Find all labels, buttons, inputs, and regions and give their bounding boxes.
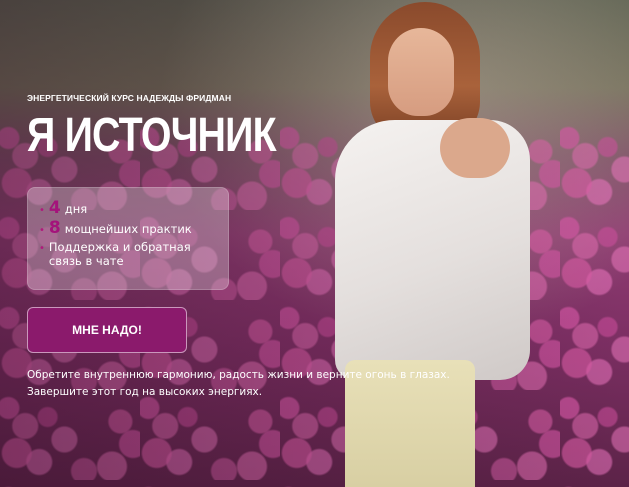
feature-text: дня [64, 202, 88, 216]
feature-number: 8 [48, 218, 61, 238]
bullet-icon: • [39, 225, 45, 236]
feature-text: Поддержка и обратная связь в чате [48, 240, 191, 268]
features-card: • 4 дня • 8 мощнейших практик • Поддержк… [27, 187, 229, 290]
feature-item-support: • Поддержка и обратная связь в чате [39, 240, 218, 268]
page-title: Я ИСТОЧНИК [27, 109, 277, 162]
feature-item-practices: • 8 мощнейших практик [39, 220, 218, 238]
cta-button[interactable]: МНЕ НАДО! [27, 307, 187, 353]
bullet-icon: • [39, 243, 45, 254]
feature-number: 4 [48, 198, 61, 218]
feature-item-days: • 4 дня [39, 200, 218, 218]
description-line: Завершите этот год на высоких энергиях. [27, 386, 263, 398]
face-shape [388, 28, 454, 116]
bullet-icon: • [39, 205, 45, 216]
hero-photo-woman [330, 0, 540, 487]
description-line: Обретите внутреннюю гармонию, радость жи… [27, 369, 450, 381]
hero-description: Обретите внутреннюю гармонию, радость жи… [27, 367, 477, 401]
feature-text: мощнейших практик [64, 222, 192, 236]
course-eyebrow: ЭНЕРГЕТИЧЕСКИЙ КУРС НАДЕЖДЫ ФРИДМАН [27, 93, 232, 103]
shoulder-shape [440, 118, 510, 178]
